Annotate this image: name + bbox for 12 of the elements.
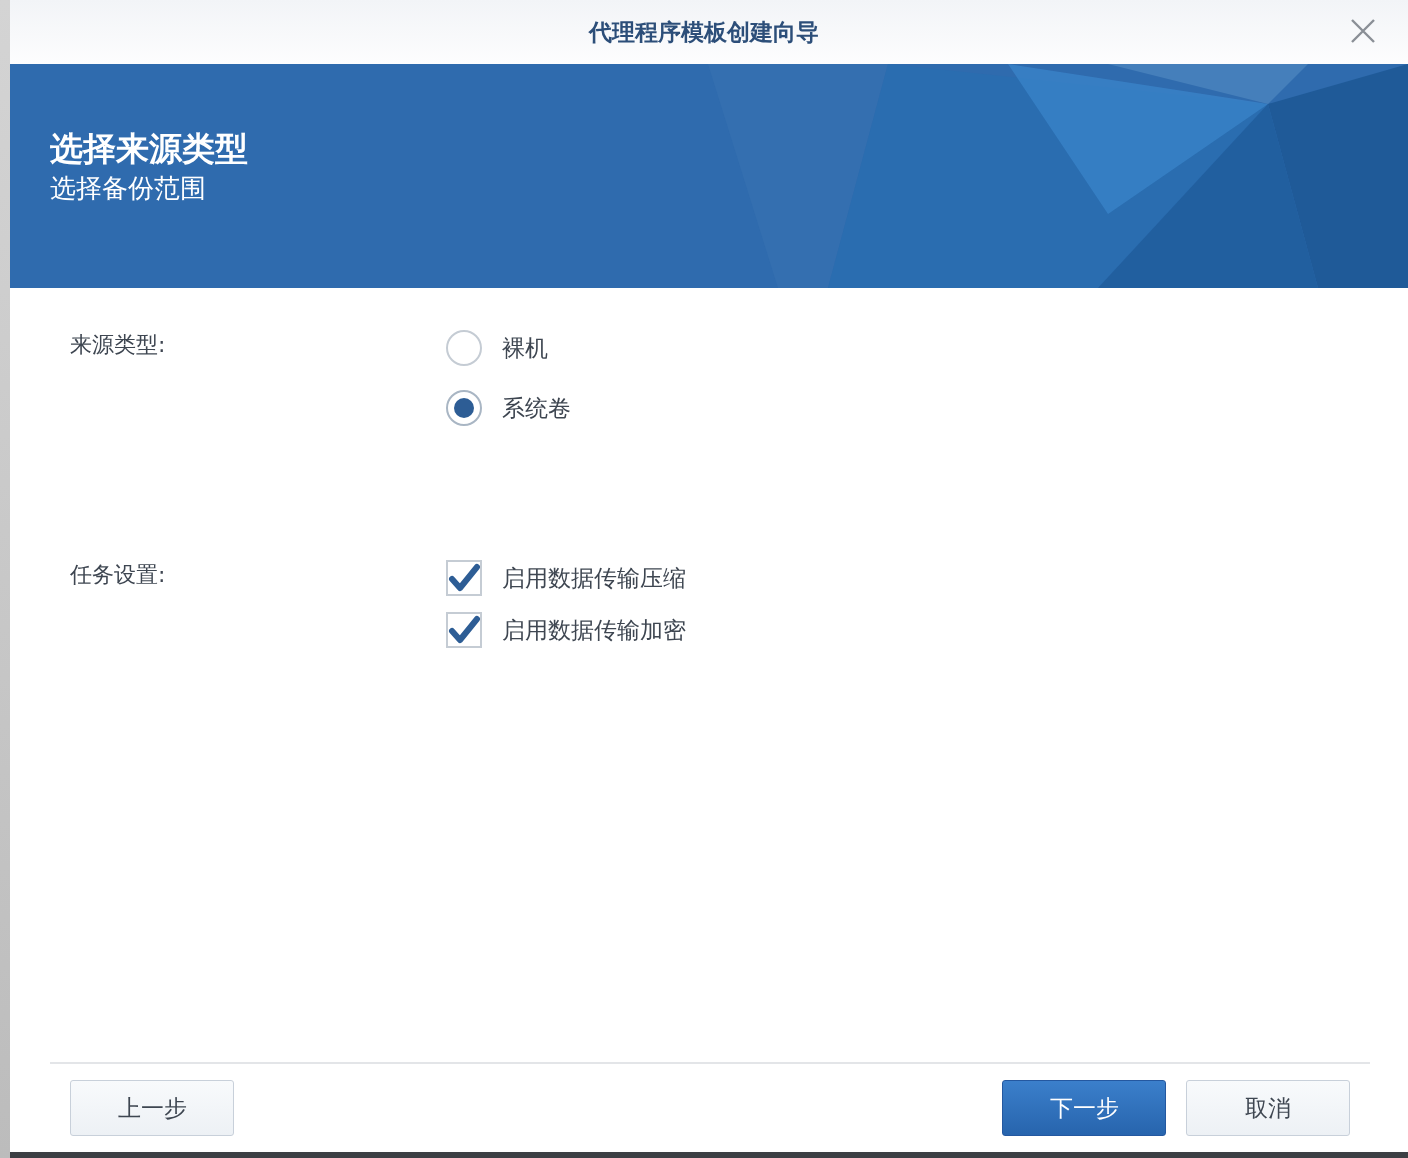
- option-label: 启用数据传输压缩: [502, 563, 686, 593]
- step-title: 选择来源类型: [50, 128, 248, 170]
- option-label: 系统卷: [502, 393, 571, 423]
- primary-button[interactable]: 下一步: [1002, 1080, 1166, 1136]
- window-title: 代理程序模板创建向导: [589, 17, 819, 47]
- step-subtitle: 选择备份范围: [50, 172, 207, 205]
- field-label: 来源类型:: [70, 331, 167, 359]
- button[interactable]: 上一步: [70, 1080, 234, 1136]
- option-label: 裸机: [502, 333, 548, 363]
- button[interactable]: 取消: [1186, 1080, 1350, 1136]
- option-label: 启用数据传输加密: [502, 615, 686, 645]
- field-label: 任务设置:: [70, 561, 167, 589]
